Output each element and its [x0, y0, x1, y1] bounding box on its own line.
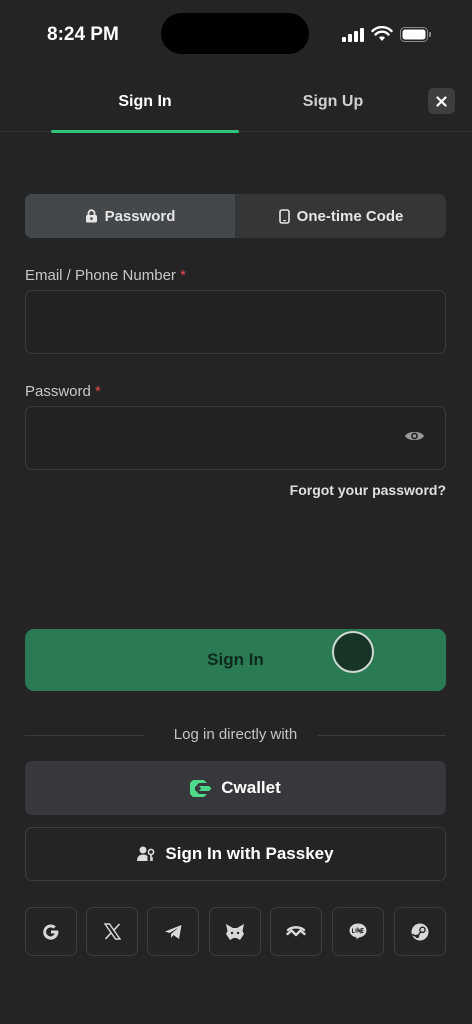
- email-label-text: Email / Phone Number: [25, 267, 176, 284]
- passkey-login-button[interactable]: Sign In with Passkey: [25, 827, 446, 881]
- line-icon: [349, 923, 367, 940]
- cwallet-login-button[interactable]: Cwallet: [25, 761, 446, 815]
- password-field-wrapper: [25, 406, 446, 470]
- walletconnect-login-button[interactable]: [270, 907, 322, 956]
- otp-method-option[interactable]: One-time Code: [236, 194, 446, 238]
- phone-icon: [278, 208, 290, 224]
- steam-icon: [411, 923, 429, 940]
- login-method-toggle: Password One-time Code: [25, 194, 446, 238]
- google-icon: [43, 924, 59, 940]
- tab-sign-in[interactable]: Sign In: [51, 72, 239, 133]
- tab-sign-up[interactable]: Sign Up: [239, 72, 427, 132]
- passkey-label: Sign In with Passkey: [165, 844, 334, 863]
- x-icon: [103, 923, 121, 940]
- metamask-icon: [226, 923, 244, 940]
- auth-tabs: Sign In Sign Up: [0, 72, 472, 133]
- password-label-text: Password: [25, 383, 91, 400]
- cwallet-label: Cwallet: [221, 778, 281, 797]
- line-login-button[interactable]: [332, 907, 384, 956]
- telegram-login-button[interactable]: [147, 907, 199, 956]
- otp-method-label: One-time Code: [296, 207, 404, 225]
- sign-in-button[interactable]: Sign In: [25, 629, 446, 691]
- passkey-icon: [137, 846, 155, 861]
- password-field[interactable]: [26, 407, 445, 469]
- forgot-password-link[interactable]: Forgot your password?: [290, 482, 446, 498]
- password-method-label: Password: [104, 207, 176, 225]
- social-login-row: [25, 907, 446, 956]
- alt-login-divider-text: Log in directly with: [173, 726, 298, 743]
- status-time: 8:24 PM: [47, 24, 119, 45]
- google-login-button[interactable]: [25, 907, 77, 956]
- metamask-login-button[interactable]: [209, 907, 261, 956]
- signal-icon: [342, 28, 364, 42]
- required-mark: *: [95, 383, 101, 400]
- telegram-icon: [164, 924, 181, 939]
- email-label: Email / Phone Number *: [25, 267, 186, 284]
- email-field[interactable]: [26, 291, 445, 353]
- status-bar: 8:24 PM: [0, 0, 472, 72]
- battery-icon: [400, 27, 431, 42]
- close-button[interactable]: [428, 88, 455, 114]
- show-password-icon[interactable]: [404, 429, 425, 443]
- close-icon: [436, 95, 447, 107]
- dynamic-island: [161, 13, 309, 54]
- password-method-option[interactable]: Password: [25, 194, 235, 238]
- email-field-wrapper: [25, 290, 446, 354]
- lock-icon: [85, 209, 97, 223]
- required-mark: *: [180, 267, 186, 284]
- x-login-button[interactable]: [86, 907, 138, 956]
- wifi-icon: [371, 26, 393, 41]
- password-label: Password *: [25, 383, 101, 400]
- cwallet-icon: [190, 779, 212, 797]
- steam-login-button[interactable]: [394, 907, 446, 956]
- alt-login-divider: Log in directly with: [25, 724, 446, 746]
- touch-indicator: [332, 631, 374, 673]
- walletconnect-icon: [286, 925, 306, 936]
